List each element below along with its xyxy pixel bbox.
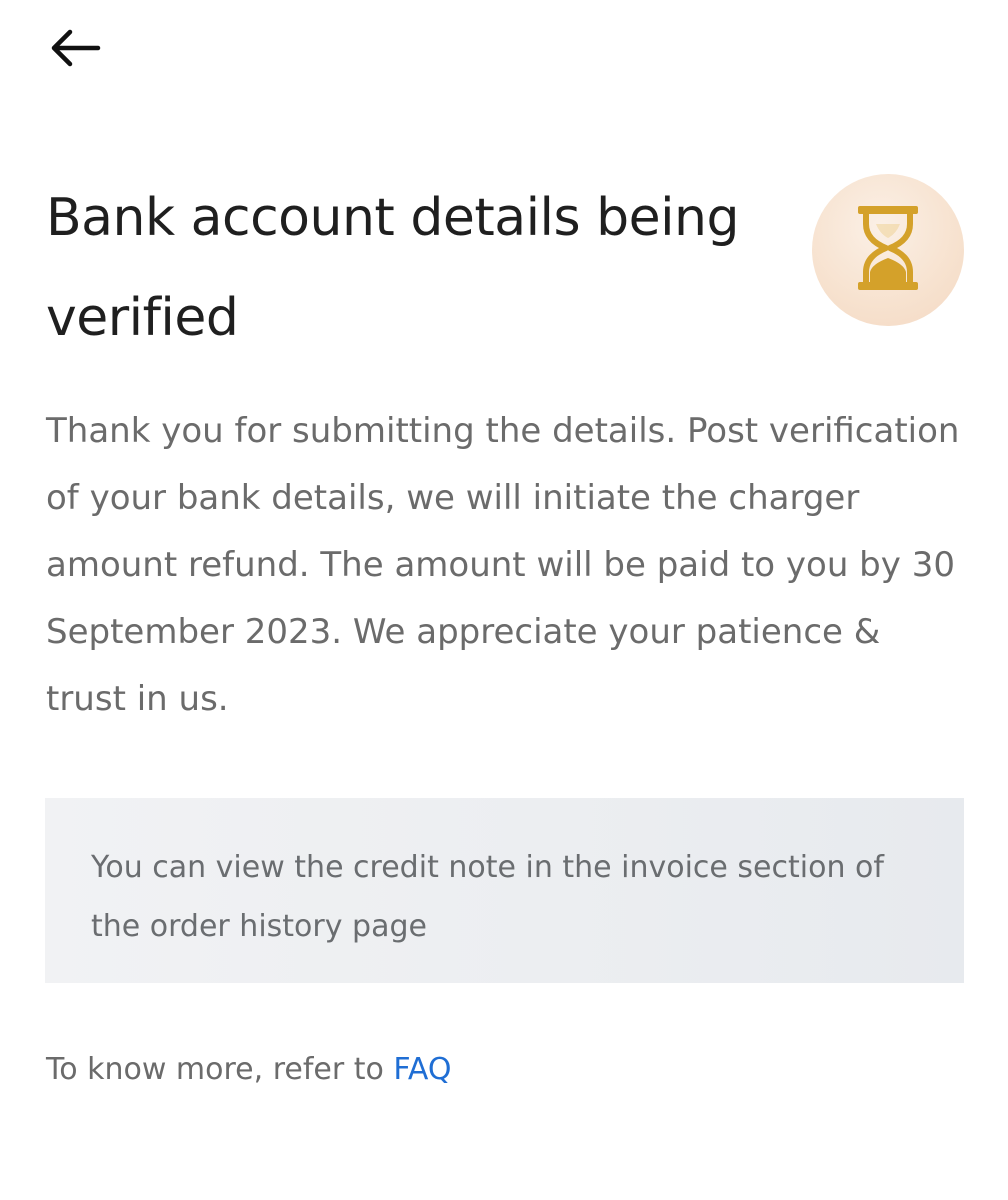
- credit-note-info-text: You can view the credit note in the invo…: [91, 850, 884, 944]
- status-icon-circle: [812, 174, 964, 326]
- faq-footer: To know more, refer to FAQ: [46, 1046, 452, 1094]
- page-title: Bank account details being verified: [46, 188, 740, 348]
- hourglass-icon: [856, 204, 920, 296]
- arrow-left-icon: [46, 28, 102, 72]
- faq-link[interactable]: FAQ: [393, 1052, 451, 1087]
- back-button[interactable]: [46, 22, 118, 78]
- faq-prefix-text: To know more, refer to: [46, 1052, 384, 1087]
- verification-message: Thank you for submitting the details. Po…: [46, 411, 960, 719]
- credit-note-info-box: You can view the credit note in the invo…: [45, 798, 964, 983]
